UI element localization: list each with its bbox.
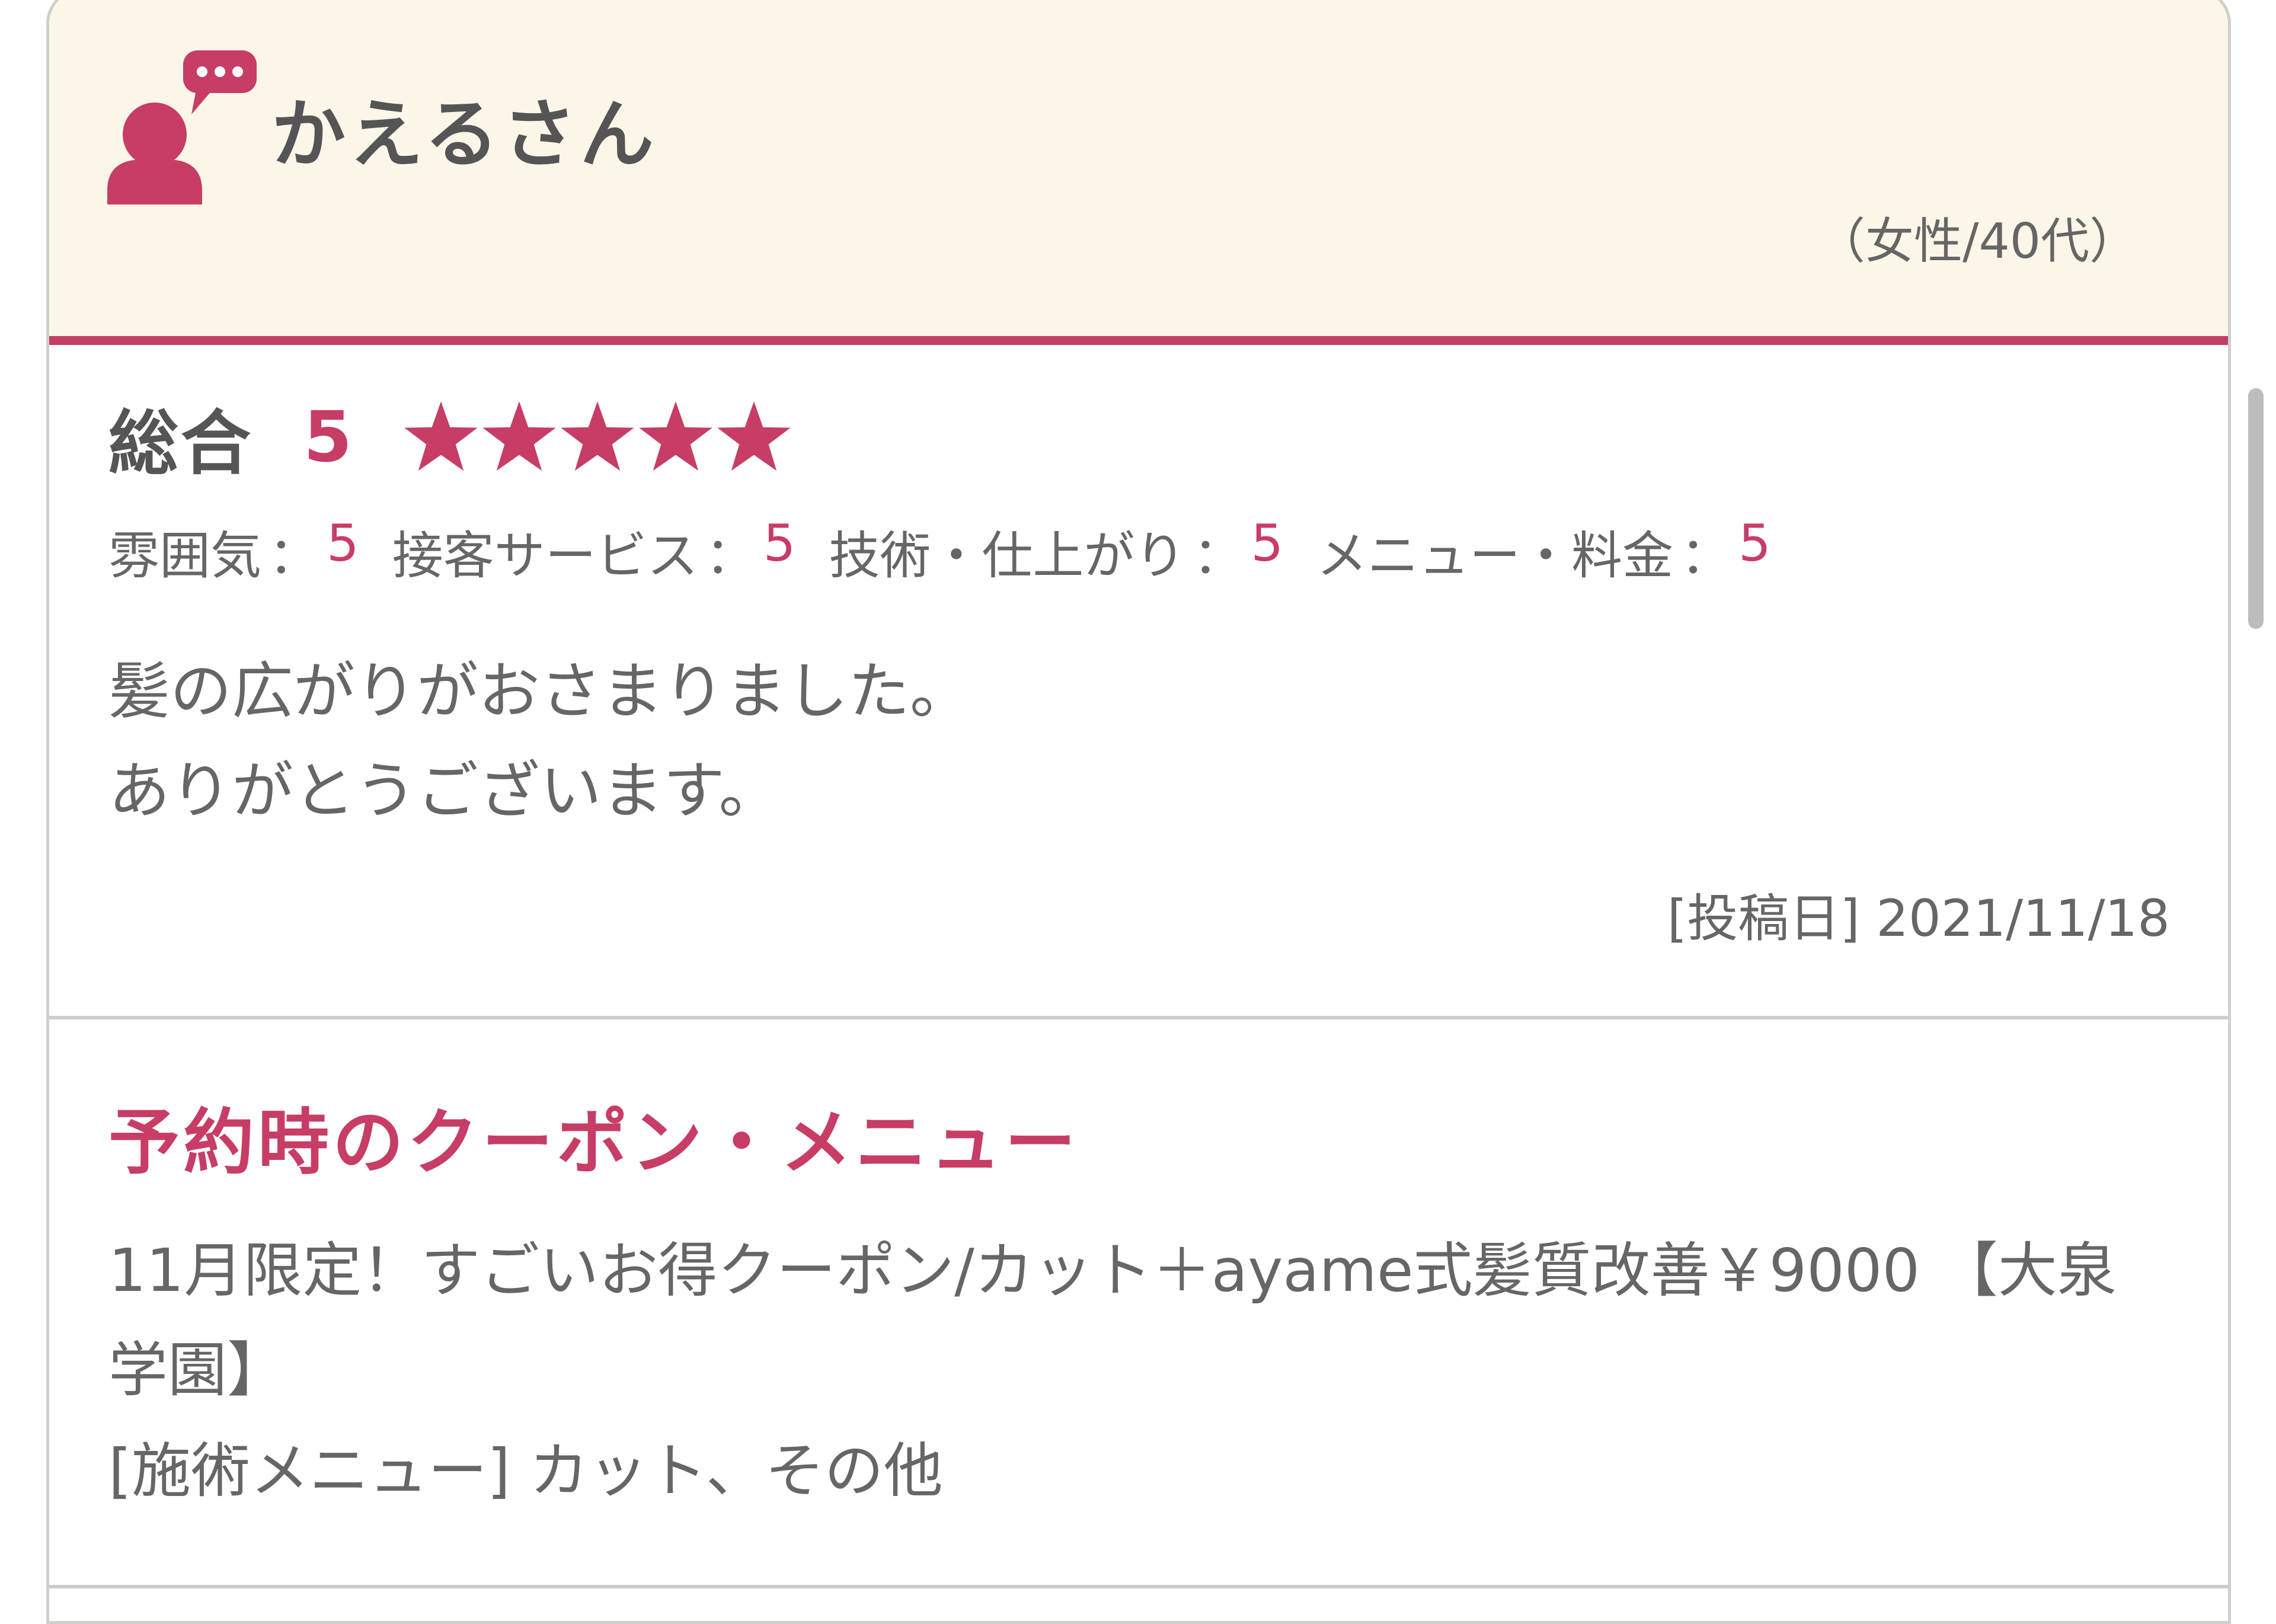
- overall-score: 5: [303, 396, 353, 478]
- reviewer-name: かえるさん: [271, 92, 658, 178]
- comment-line: ありがとうございます。: [108, 755, 781, 827]
- star-icon: [715, 398, 792, 475]
- subrating-value: 5: [1251, 514, 1284, 573]
- rating-section: 総合 5 雰囲気 ： 5 接客サービス ： 5 技術・仕上がり ： 5 メニュー…: [49, 345, 2228, 1019]
- subrating-technique: 技術・仕上がり ： 5: [829, 514, 1283, 588]
- star-rating: [402, 398, 794, 475]
- subrating-colon: ：: [1680, 526, 1732, 586]
- review-card: かえるさん （女性/40代） 総合 5 雰囲気 ： 5 接客サービス ： 5 技…: [46, 0, 2231, 1624]
- subrating-label: 技術・仕上がり: [829, 526, 1186, 586]
- scrollbar-thumb[interactable]: [2248, 388, 2264, 629]
- subrating-colon: ：: [705, 526, 756, 586]
- star-icon: [402, 398, 480, 475]
- comment-line: 髪の広がりがおさまりました。: [108, 655, 972, 727]
- coupon-name[interactable]: 11月限定！すごいお得クーポン/カット＋ayame式髪質改善￥9000 【大泉学…: [108, 1221, 2124, 1420]
- subrating-value: 5: [1738, 514, 1771, 573]
- subrating-label: 雰囲気: [108, 526, 261, 586]
- star-icon: [481, 398, 558, 475]
- subrating-colon: ：: [268, 526, 319, 586]
- review-header: かえるさん （女性/40代）: [49, 0, 2228, 345]
- subrating-label: 接客サービス: [392, 526, 698, 586]
- subrating-menu-price: メニュー・料金 ： 5: [1316, 514, 1771, 588]
- subrating-value: 5: [763, 514, 796, 573]
- overall-rating: 総合 5: [108, 392, 794, 484]
- subrating-service: 接客サービス ： 5: [392, 514, 796, 588]
- subrating-label: メニュー・料金: [1316, 526, 1674, 586]
- subrating-atmosphere: 雰囲気 ： 5: [108, 514, 359, 588]
- coupon-heading: 予約時のクーポン・メニュー: [108, 1102, 1079, 1184]
- subratings: 雰囲気 ： 5 接客サービス ： 5 技術・仕上がり ： 5 メニュー・料金 ：…: [108, 514, 1804, 588]
- coupon-section: 予約時のクーポン・メニュー 11月限定！すごいお得クーポン/カット＋ayame式…: [49, 1019, 2228, 1588]
- reviewer-gender-age: （女性/40代）: [1817, 213, 2138, 270]
- overall-label: 総合: [108, 402, 254, 484]
- reviewer-speech-icon: [107, 50, 257, 204]
- star-icon: [559, 398, 636, 475]
- review-comment: 髪の広がりがおさまりました。 ありがとうございます。: [108, 641, 971, 840]
- subrating-value: 5: [327, 514, 359, 573]
- star-icon: [637, 398, 714, 475]
- subrating-colon: ：: [1193, 526, 1244, 586]
- post-date: [投稿日] 2021/11/18: [1667, 889, 2170, 948]
- treatment-menu: [施術メニュー] カット、その他: [108, 1436, 943, 1505]
